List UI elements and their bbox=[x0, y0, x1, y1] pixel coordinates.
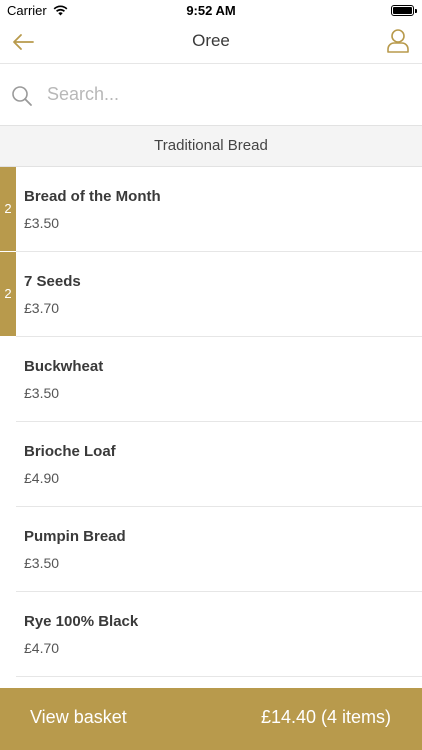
list-item[interactable]: Brioche Loaf £4.90 bbox=[0, 422, 422, 507]
status-bar: Carrier 9:52 AM bbox=[0, 0, 422, 22]
product-price: £3.50 bbox=[24, 215, 60, 231]
search-bar bbox=[0, 64, 422, 126]
search-input[interactable] bbox=[47, 78, 407, 110]
product-price: £3.50 bbox=[24, 385, 60, 401]
product-list: 2 Bread of the Month £3.50 2 7 Seeds £3.… bbox=[0, 167, 422, 677]
search-icon bbox=[12, 86, 32, 106]
product-name: Rye 100% Black bbox=[24, 613, 139, 630]
nav-bar: Oree bbox=[0, 22, 422, 64]
list-item[interactable]: Pumpin Bread £3.50 bbox=[0, 507, 422, 592]
product-price: £3.70 bbox=[24, 300, 60, 316]
product-price: £3.50 bbox=[24, 555, 60, 571]
quantity-badge: 2 bbox=[0, 167, 16, 251]
product-name: Bread of the Month bbox=[24, 188, 161, 205]
product-name: 7 Seeds bbox=[24, 273, 81, 290]
product-price: £4.90 bbox=[24, 470, 60, 486]
page-title: Oree bbox=[192, 31, 230, 50]
list-item[interactable]: Rye 100% Black £4.70 bbox=[0, 592, 422, 677]
list-item[interactable]: 2 Bread of the Month £3.50 bbox=[0, 167, 422, 252]
list-item[interactable]: 2 7 Seeds £3.70 bbox=[0, 252, 422, 337]
product-name: Buckwheat bbox=[24, 358, 104, 375]
product-name: Brioche Loaf bbox=[24, 443, 116, 460]
list-item[interactable]: Buckwheat £3.50 bbox=[0, 337, 422, 422]
battery-icon bbox=[391, 5, 417, 16]
product-price: £4.70 bbox=[24, 640, 60, 656]
quantity-badge: 2 bbox=[0, 252, 16, 336]
status-time: 9:52 AM bbox=[186, 3, 236, 18]
section-header: Traditional Bread bbox=[0, 126, 422, 167]
view-basket-label: View basket bbox=[30, 707, 127, 727]
product-name: Pumpin Bread bbox=[24, 528, 126, 545]
account-icon[interactable] bbox=[386, 28, 410, 54]
back-arrow-icon[interactable] bbox=[10, 29, 36, 55]
basket-total: £14.40 (4 items) bbox=[260, 707, 391, 727]
view-basket-button[interactable]: View basket £14.40 (4 items) bbox=[0, 688, 422, 750]
